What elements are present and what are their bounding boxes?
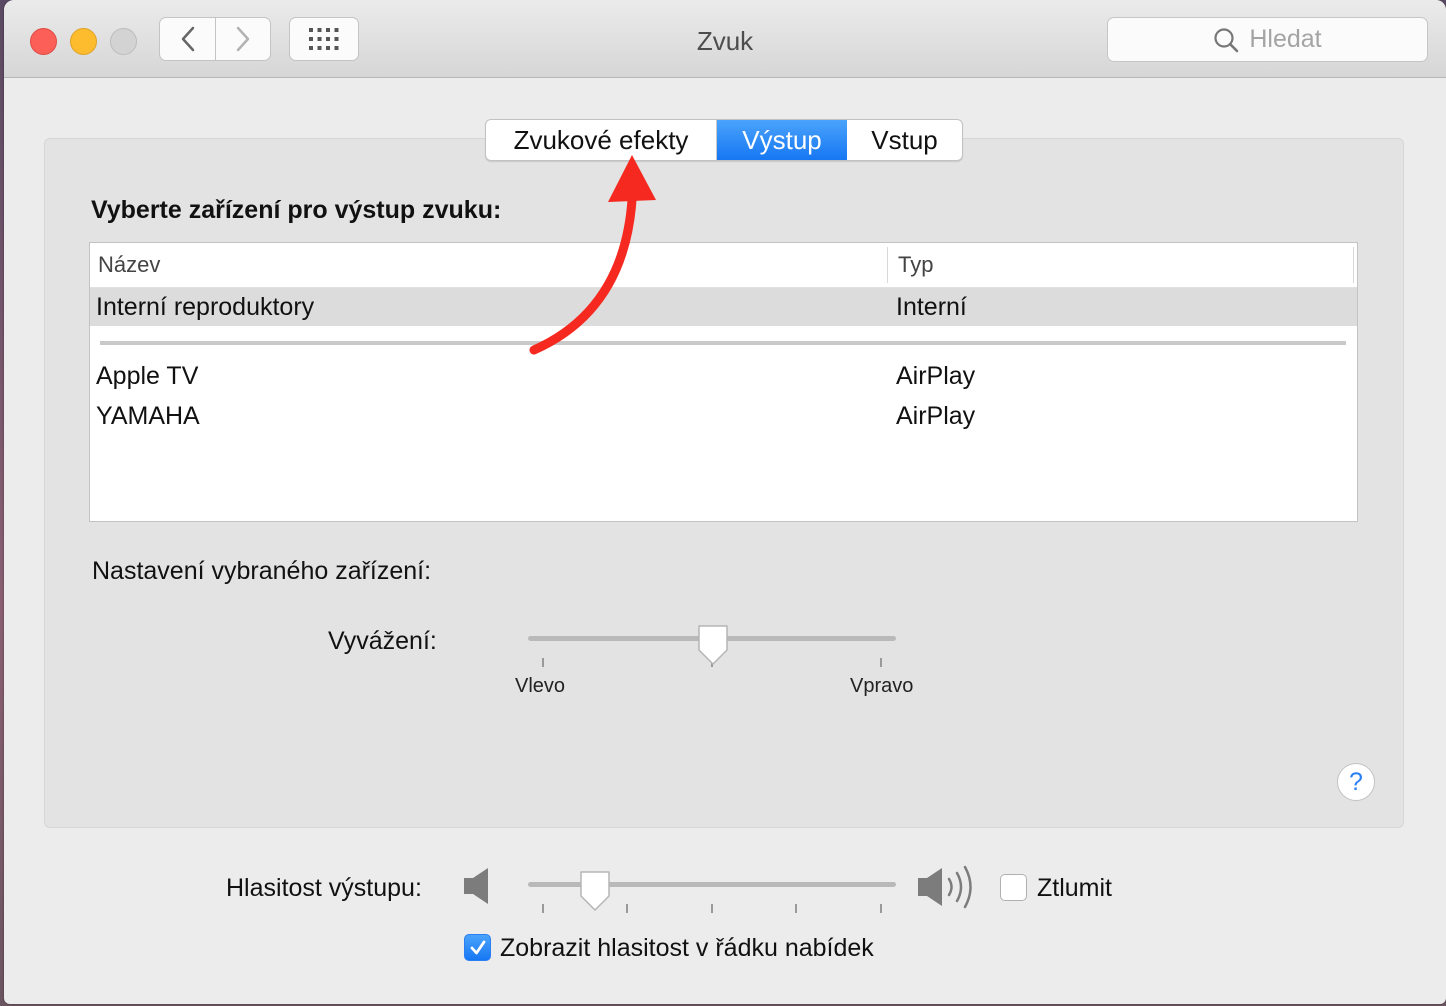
volume-tick: [542, 904, 544, 913]
titlebar: Zvuk Hledat: [4, 0, 1446, 78]
mute-checkbox[interactable]: [1000, 874, 1027, 901]
speaker-low-icon: [464, 868, 488, 904]
output-heading: Vyberte zařízení pro výstup zvuku:: [91, 196, 502, 224]
balance-label: Vyvážení:: [328, 627, 437, 655]
table-row[interactable]: Interní reproduktory Interní: [90, 288, 1357, 326]
table-row[interactable]: Apple TV AirPlay: [90, 357, 1357, 395]
volume-tick: [795, 904, 797, 913]
show-volume-in-menu-label: Zobrazit hlasitost v řádku nabídek: [500, 934, 874, 962]
output-volume-label: Hlasitost výstupu:: [226, 874, 422, 902]
mute-label: Ztlumit: [1037, 874, 1112, 902]
help-button[interactable]: ?: [1337, 763, 1375, 801]
column-divider[interactable]: [887, 247, 888, 283]
speaker-high-icon: [918, 865, 972, 909]
checkmark-icon: [470, 940, 485, 954]
volume-tick: [711, 904, 713, 913]
balance-tick: [880, 658, 882, 667]
volume-tick: [880, 904, 882, 913]
balance-left-label: Vlevo: [515, 675, 566, 697]
device-type: AirPlay: [896, 402, 976, 430]
device-type: Interní: [896, 293, 967, 321]
preferences-window: Zvuk Hledat Zvukové efekty Výstup Vstup …: [4, 0, 1446, 1004]
balance-tick: [542, 658, 544, 667]
output-device-table: Název Typ Interní reproduktory Interní A…: [89, 242, 1358, 522]
search-field[interactable]: Hledat: [1107, 17, 1428, 62]
device-type: AirPlay: [896, 362, 976, 390]
search-icon: [1214, 27, 1239, 52]
balance-right-label: Vpravo: [850, 675, 914, 697]
device-settings-label: Nastavení vybraného zařízení:: [92, 557, 432, 585]
show-volume-in-menu-checkbox[interactable]: [464, 934, 491, 961]
search-placeholder: Hledat: [1249, 25, 1322, 53]
column-divider: [1353, 247, 1354, 283]
table-header: Název Typ: [90, 243, 1357, 288]
volume-slider-knob[interactable]: [578, 870, 612, 912]
tab-output[interactable]: Výstup: [717, 120, 847, 160]
annotation-arrow-icon: [529, 155, 656, 355]
column-header-type[interactable]: Typ: [898, 252, 933, 278]
table-row[interactable]: YAMAHA AirPlay: [90, 397, 1357, 435]
tab-input[interactable]: Vstup: [847, 120, 962, 160]
device-name: Interní reproduktory: [96, 293, 315, 321]
device-name: Apple TV: [96, 362, 199, 390]
volume-tick: [626, 904, 628, 913]
list-separator: [100, 341, 1346, 345]
column-header-name[interactable]: Název: [98, 252, 160, 278]
device-name: YAMAHA: [96, 402, 200, 430]
balance-slider-knob[interactable]: [696, 624, 730, 666]
